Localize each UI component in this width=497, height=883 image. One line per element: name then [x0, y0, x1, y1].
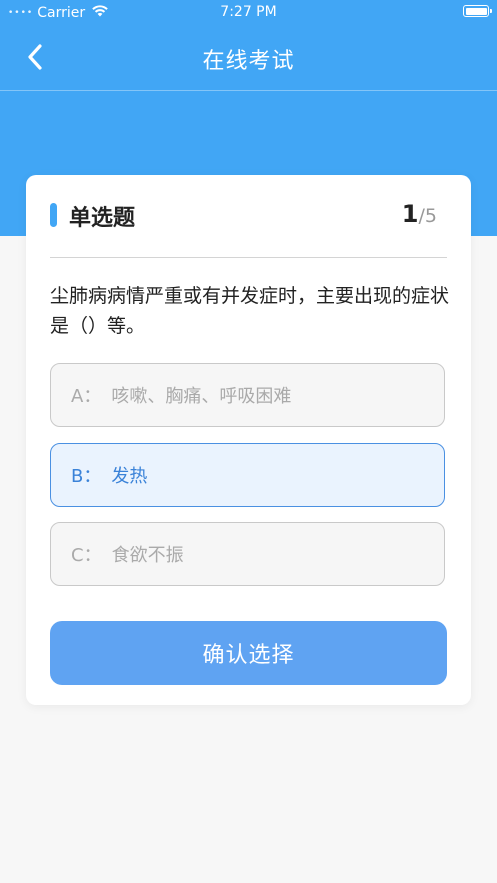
- page-title: 在线考试: [202, 49, 295, 74]
- option-text: 咳嗽、胸痛、呼吸困难: [111, 386, 292, 407]
- option-key: C：: [71, 545, 102, 566]
- option-a[interactable]: A： 咳嗽、胸痛、呼吸困难: [50, 363, 445, 427]
- option-key: B：: [71, 466, 102, 487]
- divider: [50, 257, 447, 258]
- question-text: 尘肺病病情严重或有并发症时，主要出现的症状是（）等。: [50, 285, 450, 337]
- option-text: 食欲不振: [111, 545, 184, 566]
- option-b[interactable]: B： 发热: [50, 443, 445, 507]
- question-progress: 1/5: [402, 200, 437, 228]
- question-card: 单选题 1/5 尘肺病病情严重或有并发症时，主要出现的症状是（）等。 A： 咳嗽…: [26, 175, 471, 705]
- battery-fill: [465, 7, 487, 15]
- confirm-button[interactable]: 确认选择: [50, 621, 447, 685]
- question-type-label: 单选题: [69, 206, 136, 231]
- current-question-number: 1: [401, 200, 419, 228]
- total-questions: 5: [424, 205, 437, 227]
- option-text: 发热: [111, 466, 148, 487]
- option-key: A：: [71, 386, 102, 407]
- status-time: 7:27 PM: [220, 4, 277, 20]
- question-type-accent: [50, 203, 57, 227]
- navigation-bar: 在线考试: [0, 24, 497, 91]
- battery-icon: [463, 5, 492, 17]
- option-c[interactable]: C： 食欲不振: [50, 522, 445, 586]
- status-bar: •••• Carrier 7:27 PM: [0, 0, 497, 24]
